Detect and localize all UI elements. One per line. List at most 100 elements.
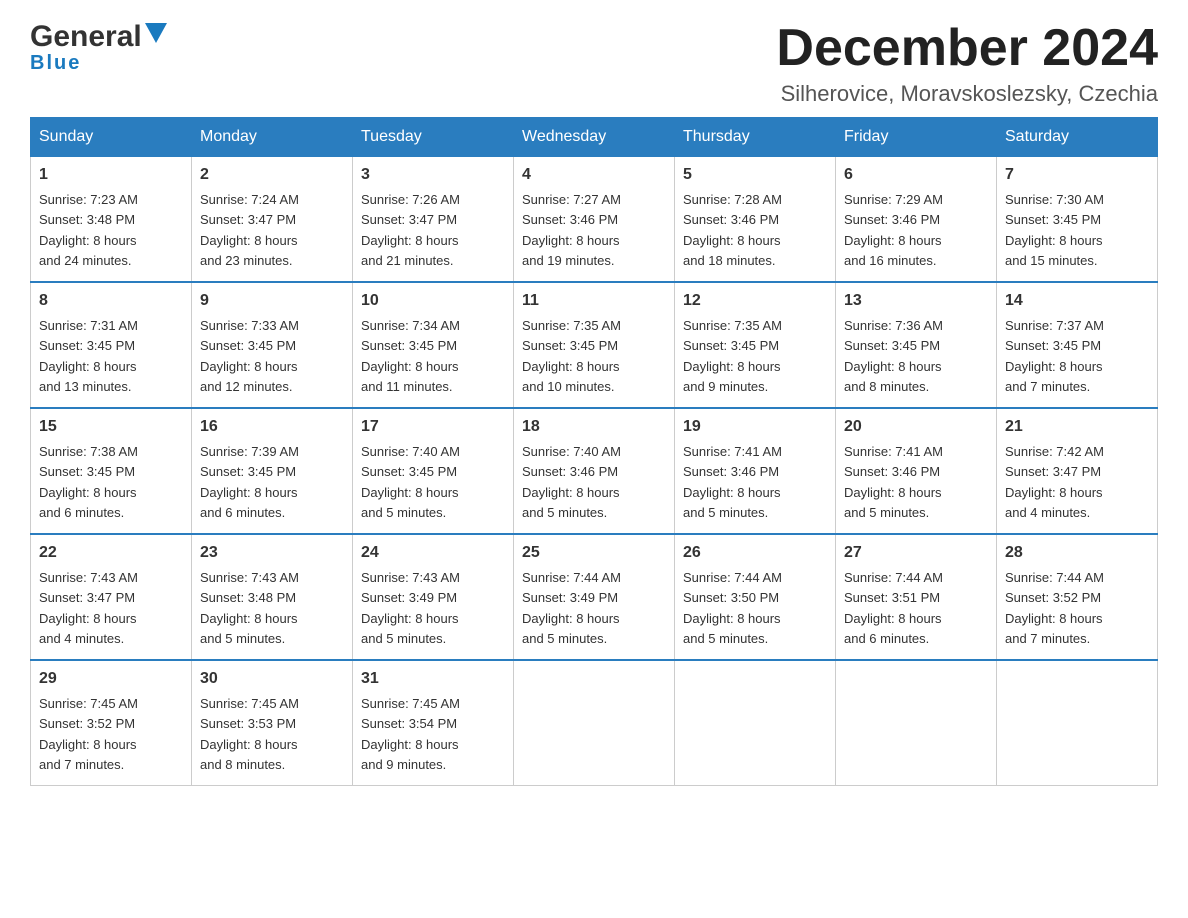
day-number: 8 [39,289,183,313]
day-info: Sunrise: 7:37 AMSunset: 3:45 PMDaylight:… [1005,318,1104,394]
calendar-table: Sunday Monday Tuesday Wednesday Thursday… [30,117,1158,786]
day-info: Sunrise: 7:36 AMSunset: 3:45 PMDaylight:… [844,318,943,394]
day-number: 2 [200,163,344,187]
calendar-cell: 7 Sunrise: 7:30 AMSunset: 3:45 PMDayligh… [997,157,1158,283]
calendar-cell [675,660,836,786]
logo-triangle-icon [145,23,167,48]
day-info: Sunrise: 7:31 AMSunset: 3:45 PMDaylight:… [39,318,138,394]
day-info: Sunrise: 7:43 AMSunset: 3:48 PMDaylight:… [200,570,299,646]
day-number: 20 [844,415,988,439]
day-info: Sunrise: 7:38 AMSunset: 3:45 PMDaylight:… [39,444,138,520]
calendar-cell: 6 Sunrise: 7:29 AMSunset: 3:46 PMDayligh… [836,157,997,283]
day-number: 4 [522,163,666,187]
calendar-cell: 17 Sunrise: 7:40 AMSunset: 3:45 PMDaylig… [353,408,514,534]
day-number: 1 [39,163,183,187]
day-info: Sunrise: 7:43 AMSunset: 3:49 PMDaylight:… [361,570,460,646]
calendar-cell [514,660,675,786]
day-number: 26 [683,541,827,565]
day-number: 21 [1005,415,1149,439]
col-wednesday: Wednesday [514,118,675,157]
day-info: Sunrise: 7:34 AMSunset: 3:45 PMDaylight:… [361,318,460,394]
day-info: Sunrise: 7:44 AMSunset: 3:49 PMDaylight:… [522,570,621,646]
calendar-header-row: Sunday Monday Tuesday Wednesday Thursday… [31,118,1158,157]
day-number: 5 [683,163,827,187]
calendar-cell: 27 Sunrise: 7:44 AMSunset: 3:51 PMDaylig… [836,534,997,660]
day-number: 16 [200,415,344,439]
calendar-cell: 28 Sunrise: 7:44 AMSunset: 3:52 PMDaylig… [997,534,1158,660]
day-info: Sunrise: 7:35 AMSunset: 3:45 PMDaylight:… [683,318,782,394]
calendar-cell: 11 Sunrise: 7:35 AMSunset: 3:45 PMDaylig… [514,282,675,408]
calendar-cell: 3 Sunrise: 7:26 AMSunset: 3:47 PMDayligh… [353,157,514,283]
calendar-cell: 16 Sunrise: 7:39 AMSunset: 3:45 PMDaylig… [192,408,353,534]
day-number: 6 [844,163,988,187]
calendar-week-2: 8 Sunrise: 7:31 AMSunset: 3:45 PMDayligh… [31,282,1158,408]
day-number: 31 [361,667,505,691]
day-info: Sunrise: 7:41 AMSunset: 3:46 PMDaylight:… [844,444,943,520]
calendar-cell: 23 Sunrise: 7:43 AMSunset: 3:48 PMDaylig… [192,534,353,660]
calendar-cell: 24 Sunrise: 7:43 AMSunset: 3:49 PMDaylig… [353,534,514,660]
calendar-week-5: 29 Sunrise: 7:45 AMSunset: 3:52 PMDaylig… [31,660,1158,786]
calendar-cell: 29 Sunrise: 7:45 AMSunset: 3:52 PMDaylig… [31,660,192,786]
day-info: Sunrise: 7:35 AMSunset: 3:45 PMDaylight:… [522,318,621,394]
calendar-week-4: 22 Sunrise: 7:43 AMSunset: 3:47 PMDaylig… [31,534,1158,660]
calendar-cell: 25 Sunrise: 7:44 AMSunset: 3:49 PMDaylig… [514,534,675,660]
day-number: 25 [522,541,666,565]
calendar-cell: 26 Sunrise: 7:44 AMSunset: 3:50 PMDaylig… [675,534,836,660]
day-number: 13 [844,289,988,313]
calendar-cell: 12 Sunrise: 7:35 AMSunset: 3:45 PMDaylig… [675,282,836,408]
day-info: Sunrise: 7:27 AMSunset: 3:46 PMDaylight:… [522,192,621,268]
day-number: 17 [361,415,505,439]
logo: General Blue [30,20,167,75]
logo-general-text: General [30,20,142,54]
logo-image: General [30,20,167,54]
calendar-cell: 31 Sunrise: 7:45 AMSunset: 3:54 PMDaylig… [353,660,514,786]
day-number: 14 [1005,289,1149,313]
calendar-title: December 2024 [776,20,1158,77]
day-number: 29 [39,667,183,691]
day-number: 18 [522,415,666,439]
day-info: Sunrise: 7:42 AMSunset: 3:47 PMDaylight:… [1005,444,1104,520]
day-info: Sunrise: 7:44 AMSunset: 3:50 PMDaylight:… [683,570,782,646]
day-info: Sunrise: 7:45 AMSunset: 3:52 PMDaylight:… [39,696,138,772]
calendar-cell: 30 Sunrise: 7:45 AMSunset: 3:53 PMDaylig… [192,660,353,786]
day-info: Sunrise: 7:40 AMSunset: 3:46 PMDaylight:… [522,444,621,520]
calendar-week-1: 1 Sunrise: 7:23 AMSunset: 3:48 PMDayligh… [31,157,1158,283]
day-info: Sunrise: 7:24 AMSunset: 3:47 PMDaylight:… [200,192,299,268]
calendar-subtitle: Silherovice, Moravskoslezsky, Czechia [776,81,1158,107]
day-number: 19 [683,415,827,439]
day-number: 23 [200,541,344,565]
calendar-cell: 9 Sunrise: 7:33 AMSunset: 3:45 PMDayligh… [192,282,353,408]
day-info: Sunrise: 7:44 AMSunset: 3:52 PMDaylight:… [1005,570,1104,646]
day-number: 28 [1005,541,1149,565]
day-number: 3 [361,163,505,187]
calendar-cell: 15 Sunrise: 7:38 AMSunset: 3:45 PMDaylig… [31,408,192,534]
day-number: 30 [200,667,344,691]
calendar-cell: 20 Sunrise: 7:41 AMSunset: 3:46 PMDaylig… [836,408,997,534]
day-number: 27 [844,541,988,565]
col-tuesday: Tuesday [353,118,514,157]
logo-blue-text: Blue [30,52,81,75]
col-friday: Friday [836,118,997,157]
calendar-cell: 14 Sunrise: 7:37 AMSunset: 3:45 PMDaylig… [997,282,1158,408]
col-thursday: Thursday [675,118,836,157]
day-number: 12 [683,289,827,313]
day-info: Sunrise: 7:43 AMSunset: 3:47 PMDaylight:… [39,570,138,646]
day-number: 9 [200,289,344,313]
calendar-cell [997,660,1158,786]
day-info: Sunrise: 7:40 AMSunset: 3:45 PMDaylight:… [361,444,460,520]
calendar-week-3: 15 Sunrise: 7:38 AMSunset: 3:45 PMDaylig… [31,408,1158,534]
calendar-cell: 2 Sunrise: 7:24 AMSunset: 3:47 PMDayligh… [192,157,353,283]
day-number: 10 [361,289,505,313]
day-info: Sunrise: 7:33 AMSunset: 3:45 PMDaylight:… [200,318,299,394]
day-number: 24 [361,541,505,565]
calendar-cell: 8 Sunrise: 7:31 AMSunset: 3:45 PMDayligh… [31,282,192,408]
calendar-cell [836,660,997,786]
day-info: Sunrise: 7:39 AMSunset: 3:45 PMDaylight:… [200,444,299,520]
calendar-cell: 10 Sunrise: 7:34 AMSunset: 3:45 PMDaylig… [353,282,514,408]
calendar-cell: 1 Sunrise: 7:23 AMSunset: 3:48 PMDayligh… [31,157,192,283]
col-sunday: Sunday [31,118,192,157]
calendar-cell: 4 Sunrise: 7:27 AMSunset: 3:46 PMDayligh… [514,157,675,283]
day-number: 7 [1005,163,1149,187]
page-header: General Blue December 2024 Silherovice, … [30,20,1158,107]
calendar-cell: 19 Sunrise: 7:41 AMSunset: 3:46 PMDaylig… [675,408,836,534]
